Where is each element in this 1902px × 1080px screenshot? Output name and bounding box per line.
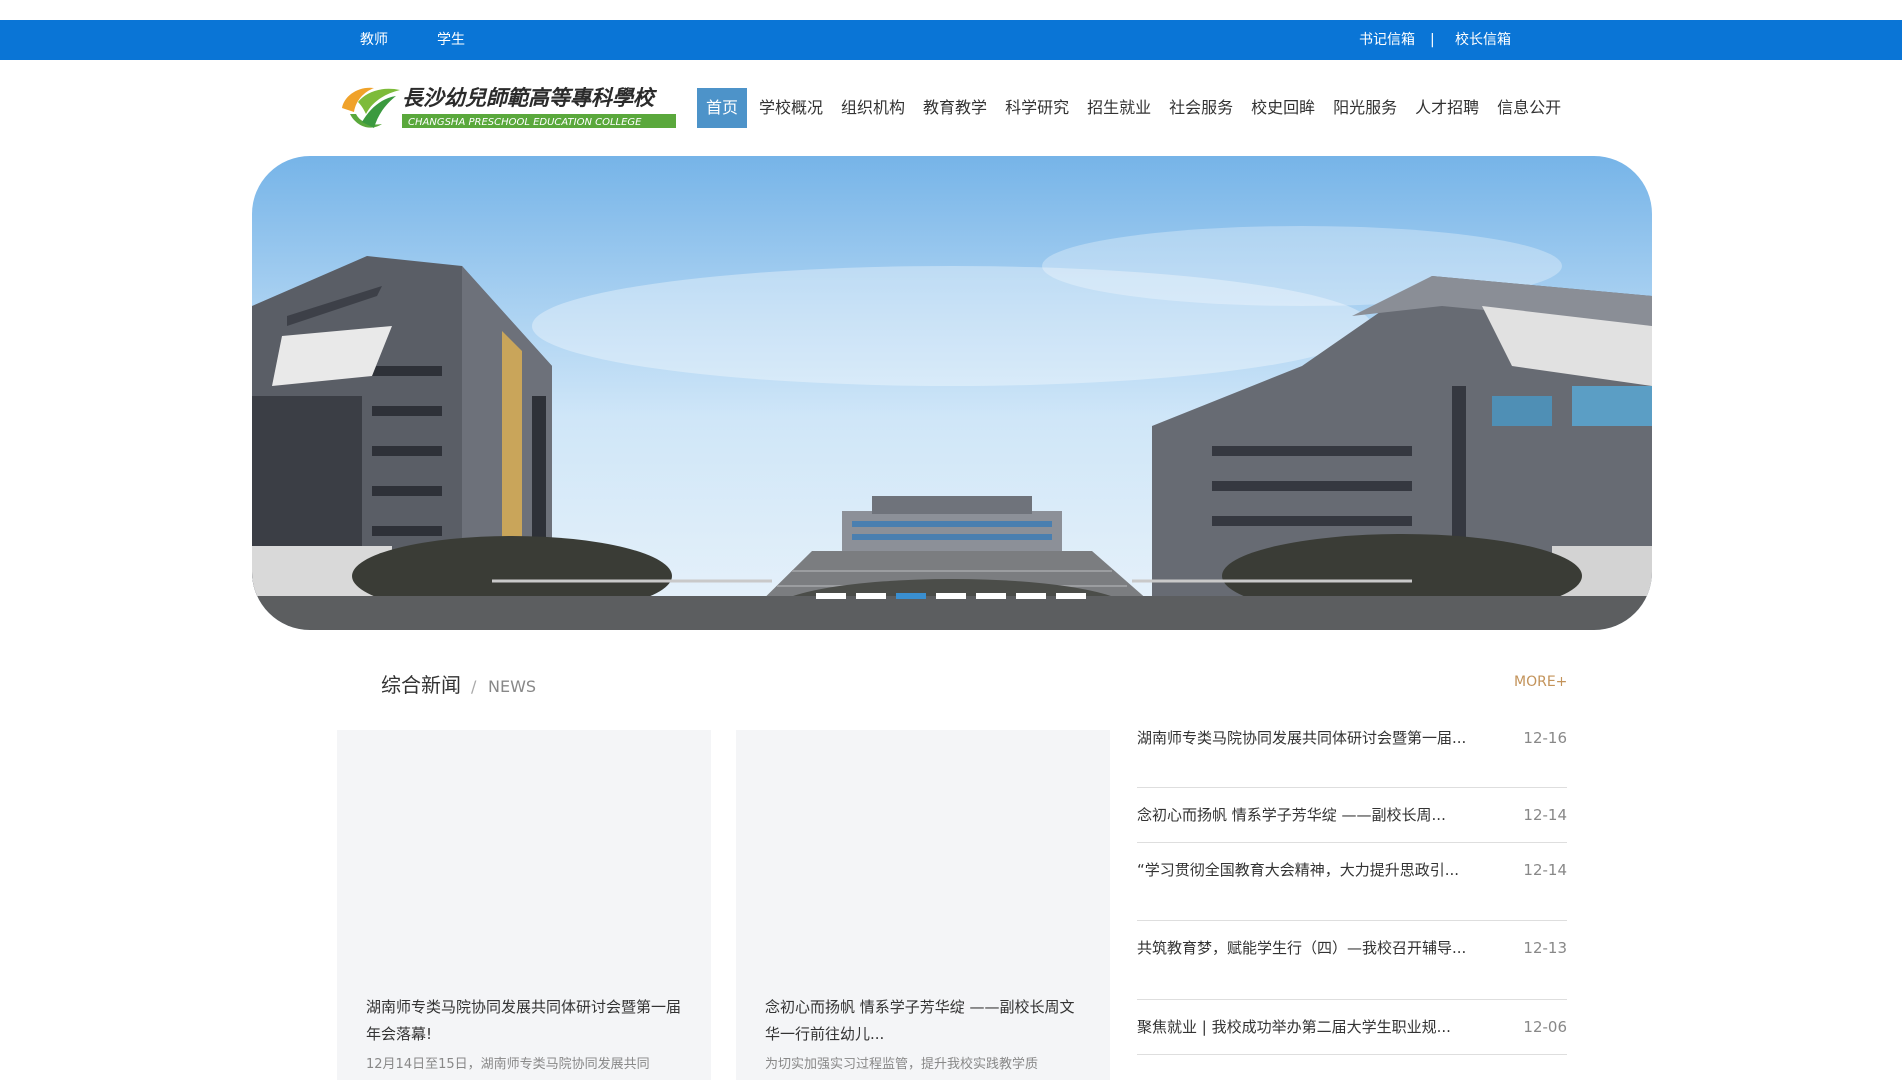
news-list-item-date: 12-06: [1523, 1018, 1567, 1036]
nav-item-teaching[interactable]: 教育教学: [915, 88, 995, 128]
campus-photo: [252, 156, 1652, 630]
news-list-item-title[interactable]: 念初心而扬帆 情系学子芳华绽 ——副校长周...: [1137, 803, 1467, 827]
banner-dot-2[interactable]: [856, 593, 886, 599]
nav-item-recruitment[interactable]: 人才招聘: [1407, 88, 1487, 128]
nav-item-about[interactable]: 学校概况: [751, 88, 831, 128]
main-nav: 首页 学校概况 组织机构 教育教学 科学研究 招生就业 社会服务 校史回眸 阳光…: [697, 88, 1571, 128]
news-card-summary: 12月14日至15日，湖南师专类马院协同发展共同: [366, 1057, 650, 1072]
nav-item-history[interactable]: 校史回眸: [1243, 88, 1323, 128]
topbar-link-teacher[interactable]: 教师: [360, 20, 388, 60]
news-list-item: 湖南师专类马院协同发展共同体研讨会暨第一届... 12-16: [1137, 720, 1567, 788]
news-list-item-date: 12-14: [1523, 806, 1567, 824]
nav-item-social-service[interactable]: 社会服务: [1161, 88, 1241, 128]
news-list-item-date: 12-13: [1523, 939, 1567, 957]
banner-dot-5[interactable]: [976, 593, 1006, 599]
news-list-item: 聚焦就业 | 我校成功举办第二届大学生职业规... 12-06: [1137, 1000, 1567, 1055]
nav-item-research[interactable]: 科学研究: [997, 88, 1077, 128]
school-logo[interactable]: 長沙幼兒師範高等專科學校 CHANGSHA PRESCHOOL EDUCATIO…: [336, 78, 678, 138]
logo-en-name: CHANGSHA PRESCHOOL EDUCATION COLLEGE: [408, 117, 642, 128]
news-section-title: 综合新闻: [381, 673, 461, 697]
topbar-link-principal-mailbox[interactable]: 校长信箱: [1455, 20, 1511, 60]
news-card-title: 念初心而扬帆 情系学子芳华绽 ——副校长周文华一行前往幼儿...: [765, 998, 1075, 1043]
nav-item-sunshine-service[interactable]: 阳光服务: [1325, 88, 1405, 128]
banner-dot-3[interactable]: [896, 593, 926, 599]
news-list-item: “学习贯彻全国教育大会精神，大力提升思政引... 12-14: [1137, 843, 1567, 921]
topbar-separator: |: [1430, 32, 1435, 48]
top-bar: 教师 学生 书记信箱 | 校长信箱: [0, 20, 1902, 60]
news-list-item-date: 12-14: [1523, 861, 1567, 879]
news-section-title-en: NEWS: [488, 677, 537, 696]
news-list: 湖南师专类马院协同发展共同体研讨会暨第一届... 12-16 念初心而扬帆 情系…: [1137, 720, 1567, 1055]
banner-dot-4[interactable]: [936, 593, 966, 599]
news-list-item-date: 12-16: [1523, 729, 1567, 747]
news-list-item: 共筑教育梦，赋能学生行（四）—我校召开辅导... 12-13: [1137, 921, 1567, 1000]
topbar-link-secretary-mailbox[interactable]: 书记信箱: [1359, 20, 1415, 60]
nav-item-admissions[interactable]: 招生就业: [1079, 88, 1159, 128]
school-emblem-icon: 長沙幼兒師範高等專科學校 CHANGSHA PRESCHOOL EDUCATIO…: [342, 85, 676, 128]
nav-item-info-disclosure[interactable]: 信息公开: [1489, 88, 1569, 128]
logo-cn-name: 長沙幼兒師範高等專科學校: [402, 85, 658, 110]
news-card-summary: 为切实加强实习过程监管，提升我校实践教学质: [765, 1057, 1039, 1072]
banner-dot-1[interactable]: [816, 593, 846, 599]
banner-pagination: [816, 593, 1096, 599]
nav-item-home[interactable]: 首页: [697, 88, 748, 128]
hero-banner[interactable]: [252, 156, 1652, 630]
news-list-item-title[interactable]: 共筑教育梦，赋能学生行（四）—我校召开辅导...: [1137, 936, 1467, 960]
news-section-separator: /: [471, 677, 477, 696]
topbar-link-student[interactable]: 学生: [437, 20, 465, 60]
news-more-link[interactable]: MORE+: [1514, 670, 1567, 694]
news-list-item-title[interactable]: 湖南师专类马院协同发展共同体研讨会暨第一届...: [1137, 726, 1467, 750]
banner-dot-6[interactable]: [1016, 593, 1046, 599]
nav-item-organization[interactable]: 组织机构: [833, 88, 913, 128]
news-list-item: 念初心而扬帆 情系学子芳华绽 ——副校长周... 12-14: [1137, 788, 1567, 843]
news-card[interactable]: 念初心而扬帆 情系学子芳华绽 ——副校长周文华一行前往幼儿... 为切实加强实习…: [736, 730, 1110, 1080]
news-card[interactable]: 湖南师专类马院协同发展共同体研讨会暨第一届年会落幕! 12月14日至15日，湖南…: [337, 730, 711, 1080]
banner-dot-7[interactable]: [1056, 593, 1086, 599]
news-card-title: 湖南师专类马院协同发展共同体研讨会暨第一届年会落幕!: [366, 998, 682, 1043]
news-list-item-title[interactable]: 聚焦就业 | 我校成功举办第二届大学生职业规...: [1137, 1015, 1467, 1039]
news-list-item-title[interactable]: “学习贯彻全国教育大会精神，大力提升思政引...: [1137, 858, 1467, 882]
